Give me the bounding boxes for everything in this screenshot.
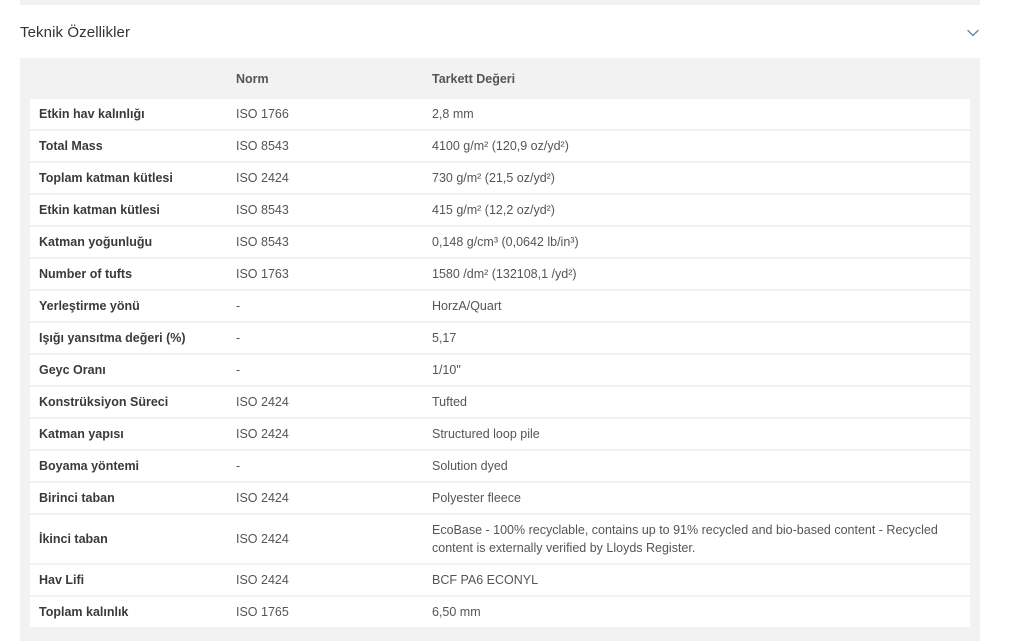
chevron-down-icon[interactable] — [966, 26, 980, 40]
row-norm: ISO 2424 — [236, 395, 289, 409]
table-row: Geyc Oranı - 1/10" — [30, 355, 970, 385]
row-value: 5,17 — [432, 331, 457, 345]
row-value: Solution dyed — [432, 459, 508, 473]
row-value: 730 g/m² (21,5 oz/yd²) — [432, 171, 555, 185]
row-value: 2,8 mm — [432, 107, 474, 121]
row-value: Structured loop pile — [432, 427, 540, 441]
row-norm: - — [236, 299, 241, 313]
row-norm: - — [236, 331, 241, 345]
previous-section-border — [20, 0, 980, 5]
row-property: Yerleştirme yönü — [39, 299, 140, 313]
table-row: Total Mass ISO 8543 4100 g/m² (120,9 oz/… — [30, 131, 970, 161]
table-row: Etkin hav kalınlığı ISO 1766 2,8 mm — [30, 99, 970, 129]
row-property: Number of tufts — [39, 267, 133, 281]
row-property: Hav Lifi — [39, 573, 85, 587]
row-norm: ISO 2424 — [236, 491, 289, 505]
table-row: Number of tufts ISO 1763 1580 /dm² (1321… — [30, 259, 970, 289]
table-row: Birinci taban ISO 2424 Polyester fleece — [30, 483, 970, 513]
row-property: Etkin hav kalınlığı — [39, 107, 145, 121]
row-norm: ISO 8543 — [236, 139, 289, 153]
row-norm: ISO 1763 — [236, 267, 289, 281]
row-norm: ISO 1766 — [236, 107, 289, 121]
row-value: Polyester fleece — [432, 491, 521, 505]
row-norm: ISO 8543 — [236, 235, 289, 249]
row-property: Toplam kalınlık — [39, 605, 129, 619]
table-row: Toplam kalınlık ISO 1765 6,50 mm — [30, 597, 970, 627]
row-norm: - — [236, 363, 241, 377]
table-row: Yerleştirme yönü - HorzA/Quart — [30, 291, 970, 321]
row-norm: ISO 2424 — [236, 532, 289, 546]
table-row: Konstrüksiyon Süreci ISO 2424 Tufted — [30, 387, 970, 417]
row-property: Katman yoğunluğu — [39, 235, 153, 249]
row-property: Boyama yöntemi — [39, 459, 140, 473]
row-value: 1580 /dm² (132108,1 /yd²) — [432, 267, 577, 281]
row-property: İkinci taban — [39, 532, 108, 546]
specs-table: Norm Tarkett Değeri Etkin hav kalınlığı … — [20, 58, 980, 641]
row-norm: ISO 2424 — [236, 427, 289, 441]
row-value: Tufted — [432, 395, 467, 409]
row-property: Işığı yansıtma değeri (%) — [39, 331, 186, 345]
row-property: Total Mass — [39, 139, 103, 153]
section-title: Teknik Özellikler — [20, 23, 131, 41]
table-row: İkinci taban ISO 2424 EcoBase - 100% rec… — [30, 515, 970, 563]
row-norm: ISO 8543 — [236, 203, 289, 217]
header-value: Tarkett Değeri — [432, 71, 516, 86]
row-norm: - — [236, 459, 241, 473]
row-value: 4100 g/m² (120,9 oz/yd²) — [432, 139, 569, 153]
table-header: Norm Tarkett Değeri — [30, 58, 970, 99]
table-row: Işığı yansıtma değeri (%) - 5,17 — [30, 323, 970, 353]
row-property: Birinci taban — [39, 491, 115, 505]
table-row: Hav Lifi ISO 2424 BCF PA6 ECONYL — [30, 565, 970, 595]
table-row: Katman yoğunluğu ISO 8543 0,148 g/cm³ (0… — [30, 227, 970, 257]
row-value: 6,50 mm — [432, 605, 481, 619]
table-row: Etkin katman kütlesi ISO 8543 415 g/m² (… — [30, 195, 970, 225]
table-row: Katman yapısı ISO 2424 Structured loop p… — [30, 419, 970, 449]
row-norm: ISO 1765 — [236, 605, 289, 619]
header-norm: Norm — [236, 71, 269, 86]
row-value: BCF PA6 ECONYL — [432, 573, 539, 587]
row-value: 0,148 g/cm³ (0,0642 lb/in³) — [432, 235, 579, 249]
row-value: 1/10" — [432, 363, 461, 377]
row-property: Katman yapısı — [39, 427, 124, 441]
row-property: Geyc Oranı — [39, 363, 106, 377]
row-value: HorzA/Quart — [432, 299, 502, 313]
table-row: Toplam katman kütlesi ISO 2424 730 g/m² … — [30, 163, 970, 193]
row-property: Konstrüksiyon Süreci — [39, 395, 169, 409]
row-value: EcoBase - 100% recyclable, contains up t… — [432, 523, 938, 555]
row-norm: ISO 2424 — [236, 573, 289, 587]
table-row: Boyama yöntemi - Solution dyed — [30, 451, 970, 481]
row-norm: ISO 2424 — [236, 171, 289, 185]
row-property: Toplam katman kütlesi — [39, 171, 173, 185]
technical-specs-header[interactable]: Teknik Özellikler — [20, 16, 982, 48]
row-property: Etkin katman kütlesi — [39, 203, 160, 217]
row-value: 415 g/m² (12,2 oz/yd²) — [432, 203, 555, 217]
